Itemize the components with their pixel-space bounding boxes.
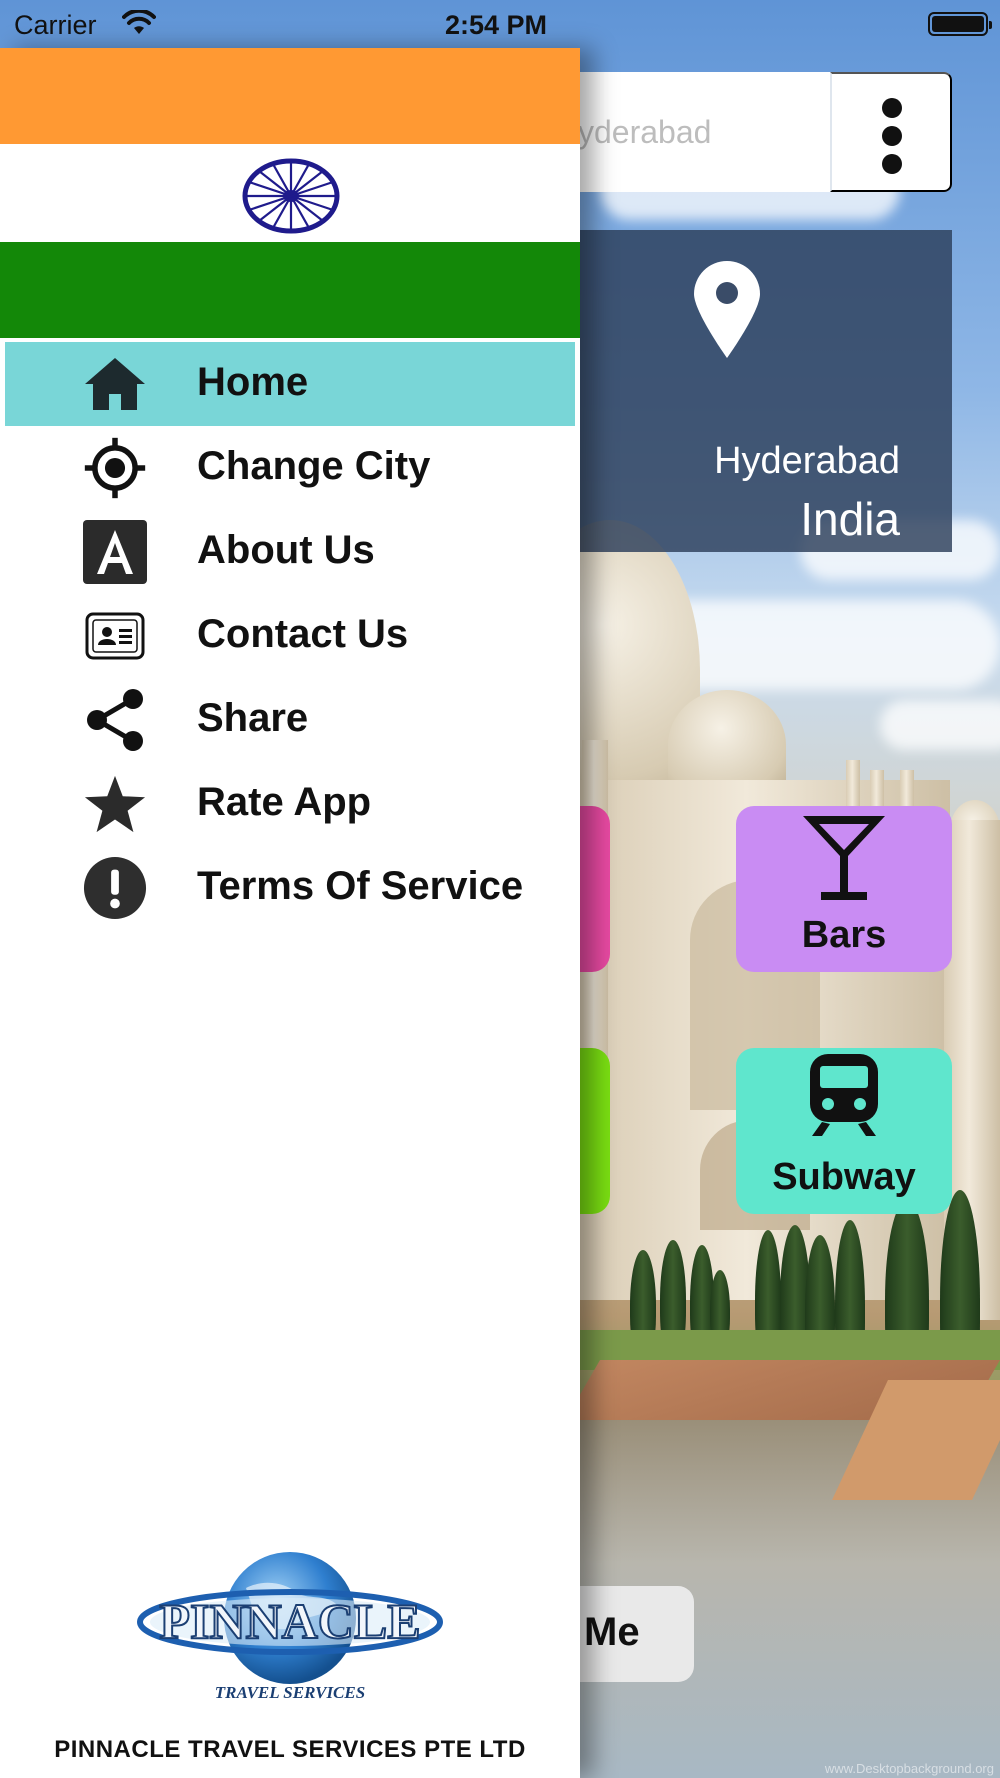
exclamation-icon xyxy=(83,856,147,920)
wifi-icon xyxy=(122,8,156,41)
flag-green-band xyxy=(0,242,580,338)
star-icon xyxy=(83,772,147,836)
menu-item-change-city[interactable]: Change City xyxy=(5,426,575,510)
menu-item-terms-of-service[interactable]: Terms Of Service xyxy=(5,846,575,930)
location-card: Hyderabad India xyxy=(560,230,952,552)
india-flag-header xyxy=(0,48,580,338)
home-icon xyxy=(83,352,147,416)
menu-item-rate-app[interactable]: Rate App xyxy=(5,762,575,846)
drawer-footer: PINNACLE TRAVEL SERVICES PINNACLE TRAVEL… xyxy=(0,1548,580,1778)
more-dot xyxy=(882,126,902,146)
location-city: Hyderabad xyxy=(714,440,900,482)
menu-item-home[interactable]: Home xyxy=(5,342,575,426)
ashoka-chakra-icon xyxy=(242,158,340,239)
menu-item-label: Change City xyxy=(197,444,431,488)
more-dot xyxy=(882,98,902,118)
svg-text:TRAVEL SERVICES: TRAVEL SERVICES xyxy=(215,1683,365,1702)
share-icon xyxy=(83,688,147,752)
near-me-button[interactable]: Me xyxy=(560,1586,694,1682)
bars-tile[interactable]: Bars xyxy=(736,806,952,972)
crosshair-icon xyxy=(83,436,147,500)
company-name: PINNACLE TRAVEL SERVICES PTE LTD xyxy=(54,1736,526,1763)
flag-saffron-band xyxy=(0,48,580,144)
pinnacle-logo: PINNACLE TRAVEL SERVICES xyxy=(136,1548,444,1723)
location-pin-icon xyxy=(692,260,762,365)
more-options-button[interactable] xyxy=(830,72,952,192)
clock: 2:54 PM xyxy=(445,10,548,40)
battery-icon xyxy=(928,12,992,36)
carrier-label: Carrier xyxy=(14,10,97,40)
menu-item-label: About Us xyxy=(197,528,375,572)
menu-item-label: Home xyxy=(197,360,309,404)
train-icon xyxy=(806,1052,882,1143)
subway-tile-label: Subway xyxy=(772,1156,916,1198)
menu-item-contact-us[interactable]: Contact Us xyxy=(5,594,575,678)
status-bar: Carrier 2:54 PM xyxy=(0,0,1000,48)
navigation-drawer: Home Change City About Us Contact Us Sha… xyxy=(0,48,580,1778)
menu-item-about-us[interactable]: About Us xyxy=(5,510,575,594)
menu-item-label: Contact Us xyxy=(197,612,409,656)
menu-item-label: Terms Of Service xyxy=(197,864,524,908)
near-me-label: Me xyxy=(584,1610,640,1654)
photo-watermark: www.Desktopbackground.org xyxy=(824,1761,994,1776)
location-country: India xyxy=(800,493,900,545)
city-search-input[interactable] xyxy=(560,72,830,192)
menu-item-share[interactable]: Share xyxy=(5,678,575,762)
contact-card-icon xyxy=(83,604,147,668)
letter-a-icon xyxy=(83,520,147,584)
bars-tile-label: Bars xyxy=(801,914,887,956)
subway-tile[interactable]: Subway xyxy=(736,1048,952,1214)
menu-item-label: Rate App xyxy=(197,780,372,824)
menu-item-label: Share xyxy=(197,696,309,740)
more-dot xyxy=(882,154,902,174)
city-search-box xyxy=(560,72,952,192)
cocktail-glass-icon xyxy=(799,810,889,907)
svg-text:PINNACLE: PINNACLE xyxy=(159,1593,420,1649)
